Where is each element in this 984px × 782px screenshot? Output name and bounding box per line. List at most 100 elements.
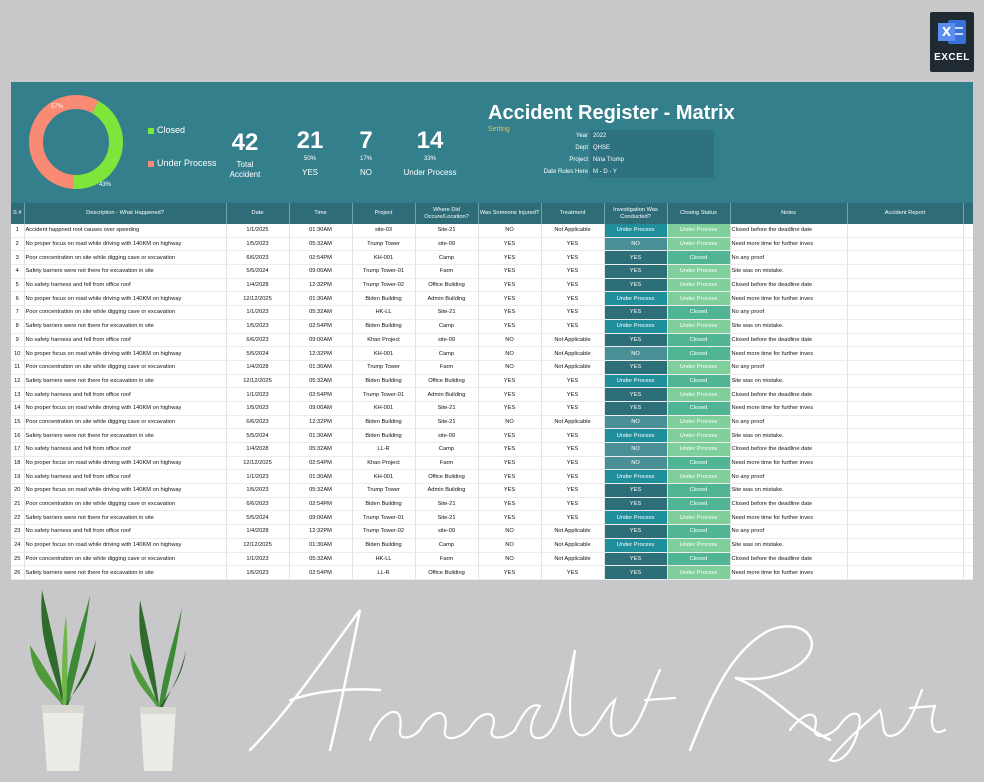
cell-location[interactable]: Camp	[415, 346, 479, 361]
cell-closing-status[interactable]: Under Process	[667, 360, 731, 375]
cell-project[interactable]: Trump Tower-01	[352, 387, 416, 402]
cell-time[interactable]: 01:30AM	[289, 291, 353, 307]
cell-date[interactable]: 6/6/2023	[226, 415, 290, 430]
cell-sno[interactable]: 22	[11, 510, 25, 526]
cell-investigation[interactable]: YES	[604, 333, 668, 348]
cell-date[interactable]: 5/5/2024	[226, 428, 290, 443]
cell-treatment[interactable]: Not Applicable	[541, 524, 605, 539]
header-sno[interactable]: S #	[11, 203, 25, 224]
setting-project-value[interactable]: Nina Trump	[591, 154, 703, 166]
table-row[interactable]: 18 No proper focus on road while driving …	[11, 456, 973, 471]
cell-date[interactable]: 6/6/2023	[226, 333, 290, 348]
cell-notes[interactable]: Closed before the deadline date	[730, 224, 848, 238]
cell-treatment[interactable]: YES	[541, 291, 605, 307]
cell-time[interactable]: 05:32AM	[289, 305, 353, 320]
cell-date[interactable]: 1/5/2023	[226, 483, 290, 498]
cell-treatment[interactable]: YES	[541, 428, 605, 443]
cell-description[interactable]: No proper focus on road while driving wi…	[24, 291, 227, 307]
table-row[interactable]: 9 No safety harness and fell from office …	[11, 333, 973, 348]
cell-investigation[interactable]: YES	[604, 360, 668, 375]
cell-notes[interactable]: Need more time for further inves	[730, 291, 848, 307]
cell-notes[interactable]: Need more time for further inves	[730, 237, 848, 252]
cell-injured[interactable]: NO	[478, 538, 542, 553]
cell-location[interactable]: site-09	[415, 428, 479, 443]
cell-sno[interactable]: 20	[11, 483, 25, 498]
cell-notes[interactable]: Site was on mistake.	[730, 374, 848, 389]
cell-accident-report[interactable]	[847, 565, 964, 580]
cell-notes[interactable]: No any proof	[730, 305, 848, 320]
cell-description[interactable]: Poor concentration on site while digging…	[24, 305, 227, 320]
cell-date[interactable]: 1/5/2023	[226, 237, 290, 252]
cell-closing-status[interactable]: Under Process	[667, 415, 731, 430]
table-row[interactable]: 15 Poor concentration on site while diggi…	[11, 415, 973, 430]
cell-description[interactable]: Poor concentration on site while digging…	[24, 360, 227, 375]
cell-sno[interactable]: 11	[11, 360, 25, 375]
cell-date[interactable]: 1/1/2023	[226, 552, 290, 567]
cell-injured[interactable]: NO	[478, 552, 542, 567]
cell-injured[interactable]: YES	[478, 305, 542, 320]
header-project[interactable]: Project	[352, 203, 416, 224]
cell-treatment[interactable]: YES	[541, 579, 605, 580]
cell-closing-status[interactable]: Closed	[667, 483, 731, 498]
cell-accident-report[interactable]	[847, 224, 964, 238]
cell-treatment[interactable]: YES	[541, 319, 605, 334]
cell-description[interactable]: No proper focus on road while driving wi…	[24, 456, 227, 471]
cell-injured[interactable]: YES	[478, 565, 542, 580]
cell-investigation[interactable]: Under Process	[604, 224, 668, 238]
setting-year-value[interactable]: 2022	[591, 130, 703, 142]
cell-closing-status[interactable]: Under Process	[667, 510, 731, 526]
cell-investigation[interactable]: NO	[604, 456, 668, 471]
cell-injured[interactable]: YES	[478, 483, 542, 498]
cell-project[interactable]: Biden Building	[352, 291, 416, 307]
cell-description[interactable]: Safety barriers were not there for excav…	[24, 319, 227, 334]
cell-time[interactable]: 01:30AM	[289, 469, 353, 485]
cell-accident-report[interactable]	[847, 401, 964, 416]
cell-accident-report[interactable]	[847, 374, 964, 389]
cell-project[interactable]: Trump Tower	[352, 237, 416, 252]
cell-treatment[interactable]: YES	[541, 483, 605, 498]
cell-location[interactable]: Camp	[415, 538, 479, 553]
cell-injured[interactable]: YES	[478, 319, 542, 334]
cell-accident-report[interactable]	[847, 319, 964, 334]
cell-time[interactable]: 01:30AM	[289, 360, 353, 375]
cell-description[interactable]: Safety barriers were not there for excav…	[24, 374, 227, 389]
cell-time[interactable]: 02:54PM	[289, 250, 353, 266]
cell-notes[interactable]: No any proof	[730, 469, 848, 485]
cell-investigation[interactable]: YES	[604, 565, 668, 580]
cell-date[interactable]: 5/5/2024	[226, 346, 290, 361]
table-row[interactable]: 13 No safety harness and fell from office…	[11, 387, 973, 402]
cell-closing-status[interactable]: Under Process	[667, 291, 731, 307]
cell-investigation[interactable]: Under Process	[604, 374, 668, 389]
cell-sno[interactable]: 23	[11, 524, 25, 539]
cell-injured[interactable]: YES	[478, 250, 542, 266]
table-row[interactable]: 7 Poor concentration on site while diggin…	[11, 305, 973, 320]
cell-investigation[interactable]: YES	[604, 497, 668, 512]
cell-project[interactable]: HK-LL	[352, 305, 416, 320]
cell-accident-report[interactable]	[847, 360, 964, 375]
cell-injured[interactable]: NO	[478, 360, 542, 375]
table-row[interactable]: 21 Poor concentration on site while diggi…	[11, 497, 973, 512]
cell-notes[interactable]: Need more time for further inves	[730, 401, 848, 416]
cell-accident-report[interactable]	[847, 291, 964, 307]
cell-time[interactable]: 05:32AM	[289, 442, 353, 457]
cell-injured[interactable]: YES	[478, 456, 542, 471]
cell-notes[interactable]: No any proof	[730, 415, 848, 430]
cell-treatment[interactable]: YES	[541, 456, 605, 471]
cell-closing-status[interactable]: Closed	[667, 374, 731, 389]
cell-accident-report[interactable]	[847, 510, 964, 526]
cell-accident-report[interactable]	[847, 250, 964, 266]
cell-investigation[interactable]: YES	[604, 579, 668, 580]
cell-project[interactable]: Trump Tower-02	[352, 278, 416, 293]
cell-time[interactable]: 09:00AM	[289, 579, 353, 580]
cell-location[interactable]: Camp	[415, 442, 479, 457]
cell-description[interactable]: Accident happned root causes over speedi…	[24, 224, 227, 238]
header-notes[interactable]: Notes	[730, 203, 848, 224]
cell-date[interactable]: 1/1/2023	[226, 305, 290, 320]
cell-time[interactable]: 02:54PM	[289, 565, 353, 580]
cell-notes[interactable]: Need more time for further inves	[730, 346, 848, 361]
cell-description[interactable]: No proper focus on road while driving wi…	[24, 538, 227, 553]
cell-notes[interactable]: Need more time for further inves	[730, 456, 848, 471]
cell-investigation[interactable]: NO	[604, 415, 668, 430]
cell-sno[interactable]: 13	[11, 387, 25, 402]
cell-injured[interactable]: YES	[478, 510, 542, 526]
